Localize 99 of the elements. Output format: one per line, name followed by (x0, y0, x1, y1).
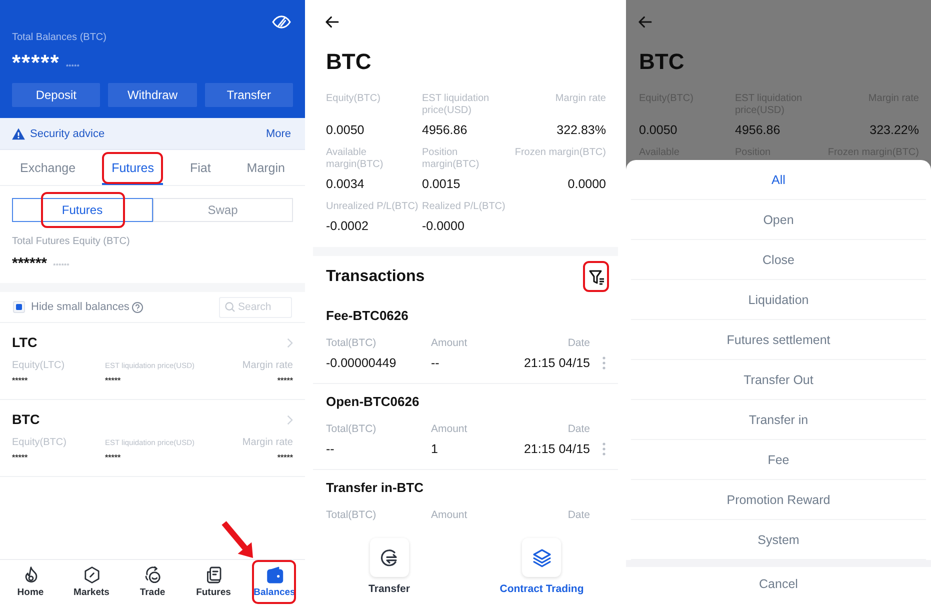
tab[interactable]: Futures (102, 151, 164, 185)
more-link[interactable]: More (266, 128, 291, 140)
notice-text: Security advice (30, 128, 105, 140)
stat-value: 0.0000 (568, 176, 606, 192)
stat-value: -0.0000 (422, 218, 464, 234)
field-label: Equity(BTC) (12, 437, 66, 449)
filter-option[interactable]: Liquidation (631, 280, 926, 320)
transaction-title: Fee-BTC0626 (326, 308, 408, 324)
stat-value: 322.83% (556, 122, 606, 138)
stat-label: Position margin(BTC) (422, 147, 480, 171)
transaction-value: 1 (431, 441, 438, 457)
segment-button[interactable]: Futures (12, 198, 152, 222)
hexagon-icon (82, 566, 100, 584)
column-label: Date (568, 337, 590, 349)
column-label: Total(BTC) (326, 423, 376, 435)
filter-option[interactable]: Fee (631, 440, 926, 480)
segment-button[interactable]: Swap (152, 198, 293, 222)
filter-option[interactable]: Transfer Out (631, 360, 926, 400)
stat-label: Unrealized P/L(BTC) (326, 201, 418, 213)
stat-value: 4956.86 (735, 122, 780, 138)
stat-value: -0.0002 (326, 218, 368, 234)
cancel-button[interactable]: Cancel (631, 567, 926, 601)
transfer-icon (370, 538, 409, 577)
page-title: BTC (326, 49, 372, 75)
transaction-title: Transfer in-BTC (326, 480, 424, 496)
nav-item[interactable]: Trade (122, 560, 183, 612)
stat-value: 0.0034 (326, 176, 364, 192)
balance-value: ***** (12, 52, 60, 74)
filter-option[interactable]: All (631, 160, 926, 200)
column-label: Date (568, 509, 590, 521)
field-value: ***** (12, 376, 28, 386)
field-label: Margin rate (242, 437, 293, 449)
balance-label: Total Balances (BTC) (12, 32, 106, 44)
stat-value: 0.0015 (422, 176, 460, 192)
field-value: ***** (12, 453, 28, 463)
transaction-value: 21:15 04/15 (524, 355, 590, 371)
field-value: ***** (277, 376, 293, 386)
nav-item[interactable]: Home (0, 560, 61, 612)
layers-icon (522, 538, 562, 577)
stat-label: EST liquidation price(USD) (422, 93, 490, 117)
nav-item[interactable]: Futures (183, 560, 244, 612)
search-icon (225, 302, 235, 312)
field-value: ***** (277, 453, 293, 463)
equity-label: Total Futures Equity (BTC) (12, 236, 130, 248)
column-label: Amount (431, 509, 468, 521)
stat-label: Frozen margin(BTC) (514, 147, 606, 159)
stat-label: Equity(BTC) (326, 93, 380, 105)
checkbox-label: Hide small balances (31, 301, 130, 313)
account-title: BTC (12, 411, 40, 429)
action-button[interactable]: Deposit (12, 83, 100, 107)
column-label: Total(BTC) (326, 337, 376, 349)
column-label: Total(BTC) (326, 509, 376, 521)
stat-value: 4956.86 (422, 122, 468, 138)
shortcut-button[interactable]: Transfer (368, 538, 410, 596)
column-label: Date (568, 423, 590, 435)
tab[interactable]: Margin (237, 151, 294, 185)
help-icon[interactable] (132, 302, 144, 312)
stat-label: Realized P/L(BTC) (422, 201, 506, 213)
stat-label: Available margin(BTC) (326, 147, 384, 171)
filter-option[interactable]: Promotion Reward (631, 480, 926, 520)
field-label: Margin rate (242, 360, 293, 372)
transaction-value: -- (326, 441, 334, 457)
equity-value: ****** (12, 256, 48, 271)
action-button[interactable]: Withdraw (108, 83, 197, 107)
page-title: BTC (639, 49, 684, 75)
tab[interactable]: Exchange (10, 151, 86, 185)
transaction-value: -0.00000449 (326, 355, 396, 371)
checkbox[interactable] (13, 301, 25, 313)
column-label: Amount (431, 337, 468, 349)
wallet-icon (266, 566, 284, 584)
stat-value: 323.22% (870, 122, 919, 138)
shortcut-button[interactable]: Contract Trading (500, 538, 584, 596)
eye-slash-icon[interactable] (272, 15, 291, 29)
document-icon (204, 566, 222, 584)
warning-icon (12, 128, 25, 140)
field-value: ***** (105, 453, 121, 463)
filter-icon[interactable] (589, 270, 605, 284)
section-title: Transactions (326, 268, 425, 286)
stat-value: 0.0050 (326, 122, 364, 138)
column-label: Amount (431, 423, 468, 435)
transaction-value: 21:15 04/15 (524, 441, 590, 457)
transaction-title: Open-BTC0626 (326, 394, 420, 410)
field-value: ***** (105, 376, 121, 386)
filter-option[interactable]: Close (631, 240, 926, 280)
nav-item[interactable]: Balances (244, 560, 305, 612)
field-label: Equity(LTC) (12, 360, 65, 372)
search-field[interactable]: Search (219, 296, 292, 318)
filter-option[interactable]: Futures settlement (631, 320, 926, 360)
stat-label: Margin rate (555, 93, 606, 105)
filter-option[interactable]: Open (631, 200, 926, 240)
action-button[interactable]: Transfer (204, 83, 293, 107)
circle-arrows-icon (144, 566, 162, 584)
account-title: LTC (12, 334, 38, 352)
back-arrow-icon[interactable] (325, 16, 339, 28)
transaction-value: -- (431, 355, 440, 371)
stat-value: 0.0050 (639, 122, 678, 138)
filter-option[interactable]: Transfer in (631, 400, 926, 440)
nav-item[interactable]: Markets (61, 560, 122, 612)
tab[interactable]: Fiat (180, 151, 220, 185)
